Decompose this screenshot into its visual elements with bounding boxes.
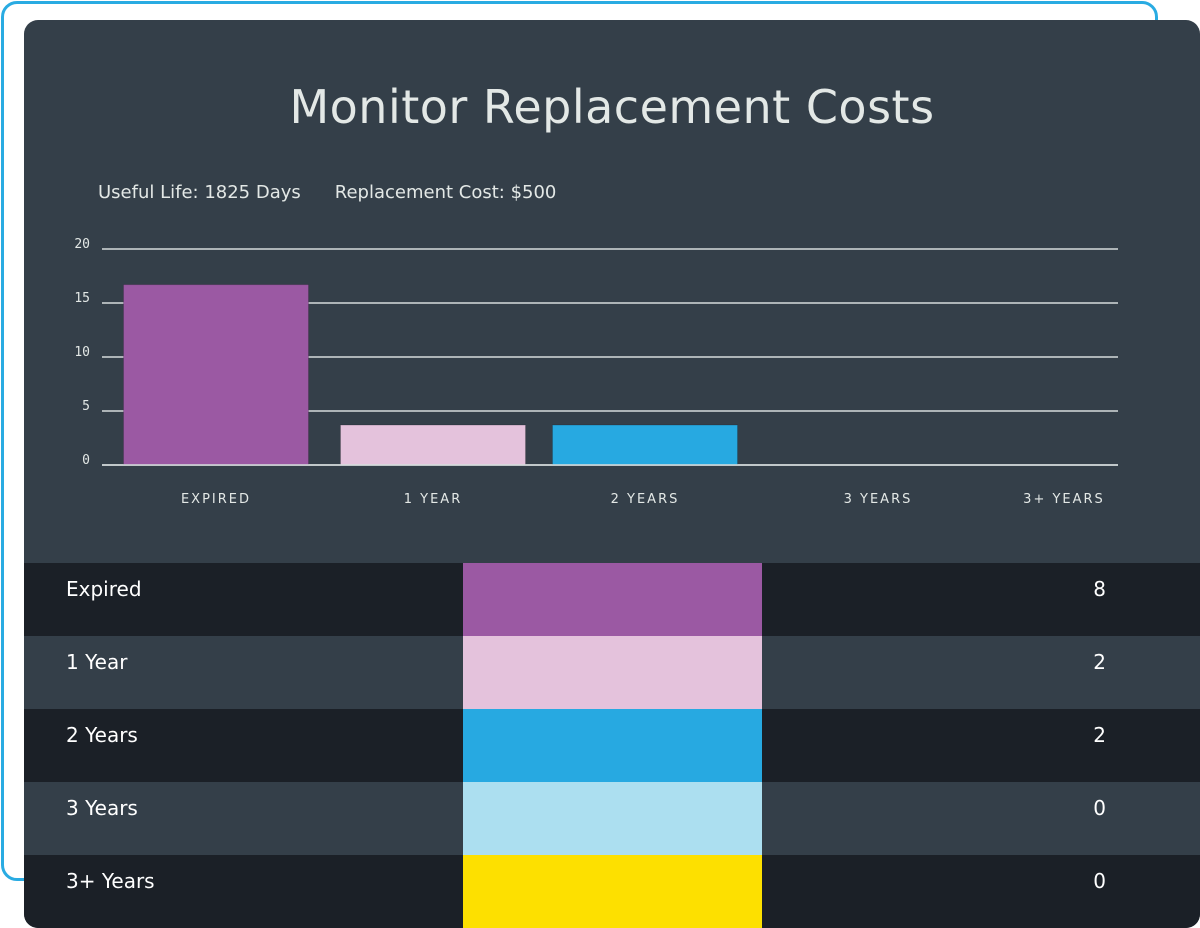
row-count: 8 xyxy=(1093,577,1106,601)
bar-expired[interactable] xyxy=(123,284,309,466)
table-row: 3 Years 0 xyxy=(24,782,1200,855)
x-tick-label: EXPIRED xyxy=(181,492,251,507)
y-tick-label: 10 xyxy=(74,345,90,360)
table-row: 3+ Years 0 xyxy=(24,855,1200,928)
color-swatch xyxy=(463,636,762,709)
row-count: 2 xyxy=(1093,723,1106,747)
row-label: 1 Year xyxy=(66,650,128,674)
color-swatch xyxy=(463,563,762,636)
row-count: 0 xyxy=(1093,796,1106,820)
x-tick-label: 3 YEARS xyxy=(844,492,913,507)
row-count: 0 xyxy=(1093,869,1106,893)
table-row: Expired 8 xyxy=(24,563,1200,636)
y-tick-label: 0 xyxy=(82,453,90,468)
row-label: 3 Years xyxy=(66,796,138,820)
y-tick-label: 5 xyxy=(82,399,90,414)
bar-2-years[interactable] xyxy=(552,424,738,466)
bar-1-year[interactable] xyxy=(340,424,526,466)
y-tick-label: 20 xyxy=(74,237,90,252)
row-count: 2 xyxy=(1093,650,1106,674)
bar-chart: 0 5 10 15 20 EXPIRED 1 YEAR 2 YEARS 3 YEARS 3+ YE… xyxy=(74,237,1118,507)
color-swatch xyxy=(463,782,762,855)
summary-table: Expired 8 1 Year 2 2 Years 2 3 Years 0 3+ Years 0 xyxy=(24,563,1200,928)
x-tick-label: 3+ YEARS xyxy=(1023,492,1105,507)
report-card: Monitor Replacement Costs Useful Life: 1… xyxy=(24,20,1200,928)
table-row: 2 Years 2 xyxy=(24,709,1200,782)
color-swatch xyxy=(463,855,762,928)
color-swatch xyxy=(463,709,762,782)
row-label: 2 Years xyxy=(66,723,138,747)
x-tick-label: 1 YEAR xyxy=(404,492,462,507)
row-label: Expired xyxy=(66,577,142,601)
row-label: 3+ Years xyxy=(66,869,155,893)
x-tick-label: 2 YEARS xyxy=(611,492,680,507)
table-row: 1 Year 2 xyxy=(24,636,1200,709)
y-tick-label: 15 xyxy=(74,291,90,306)
